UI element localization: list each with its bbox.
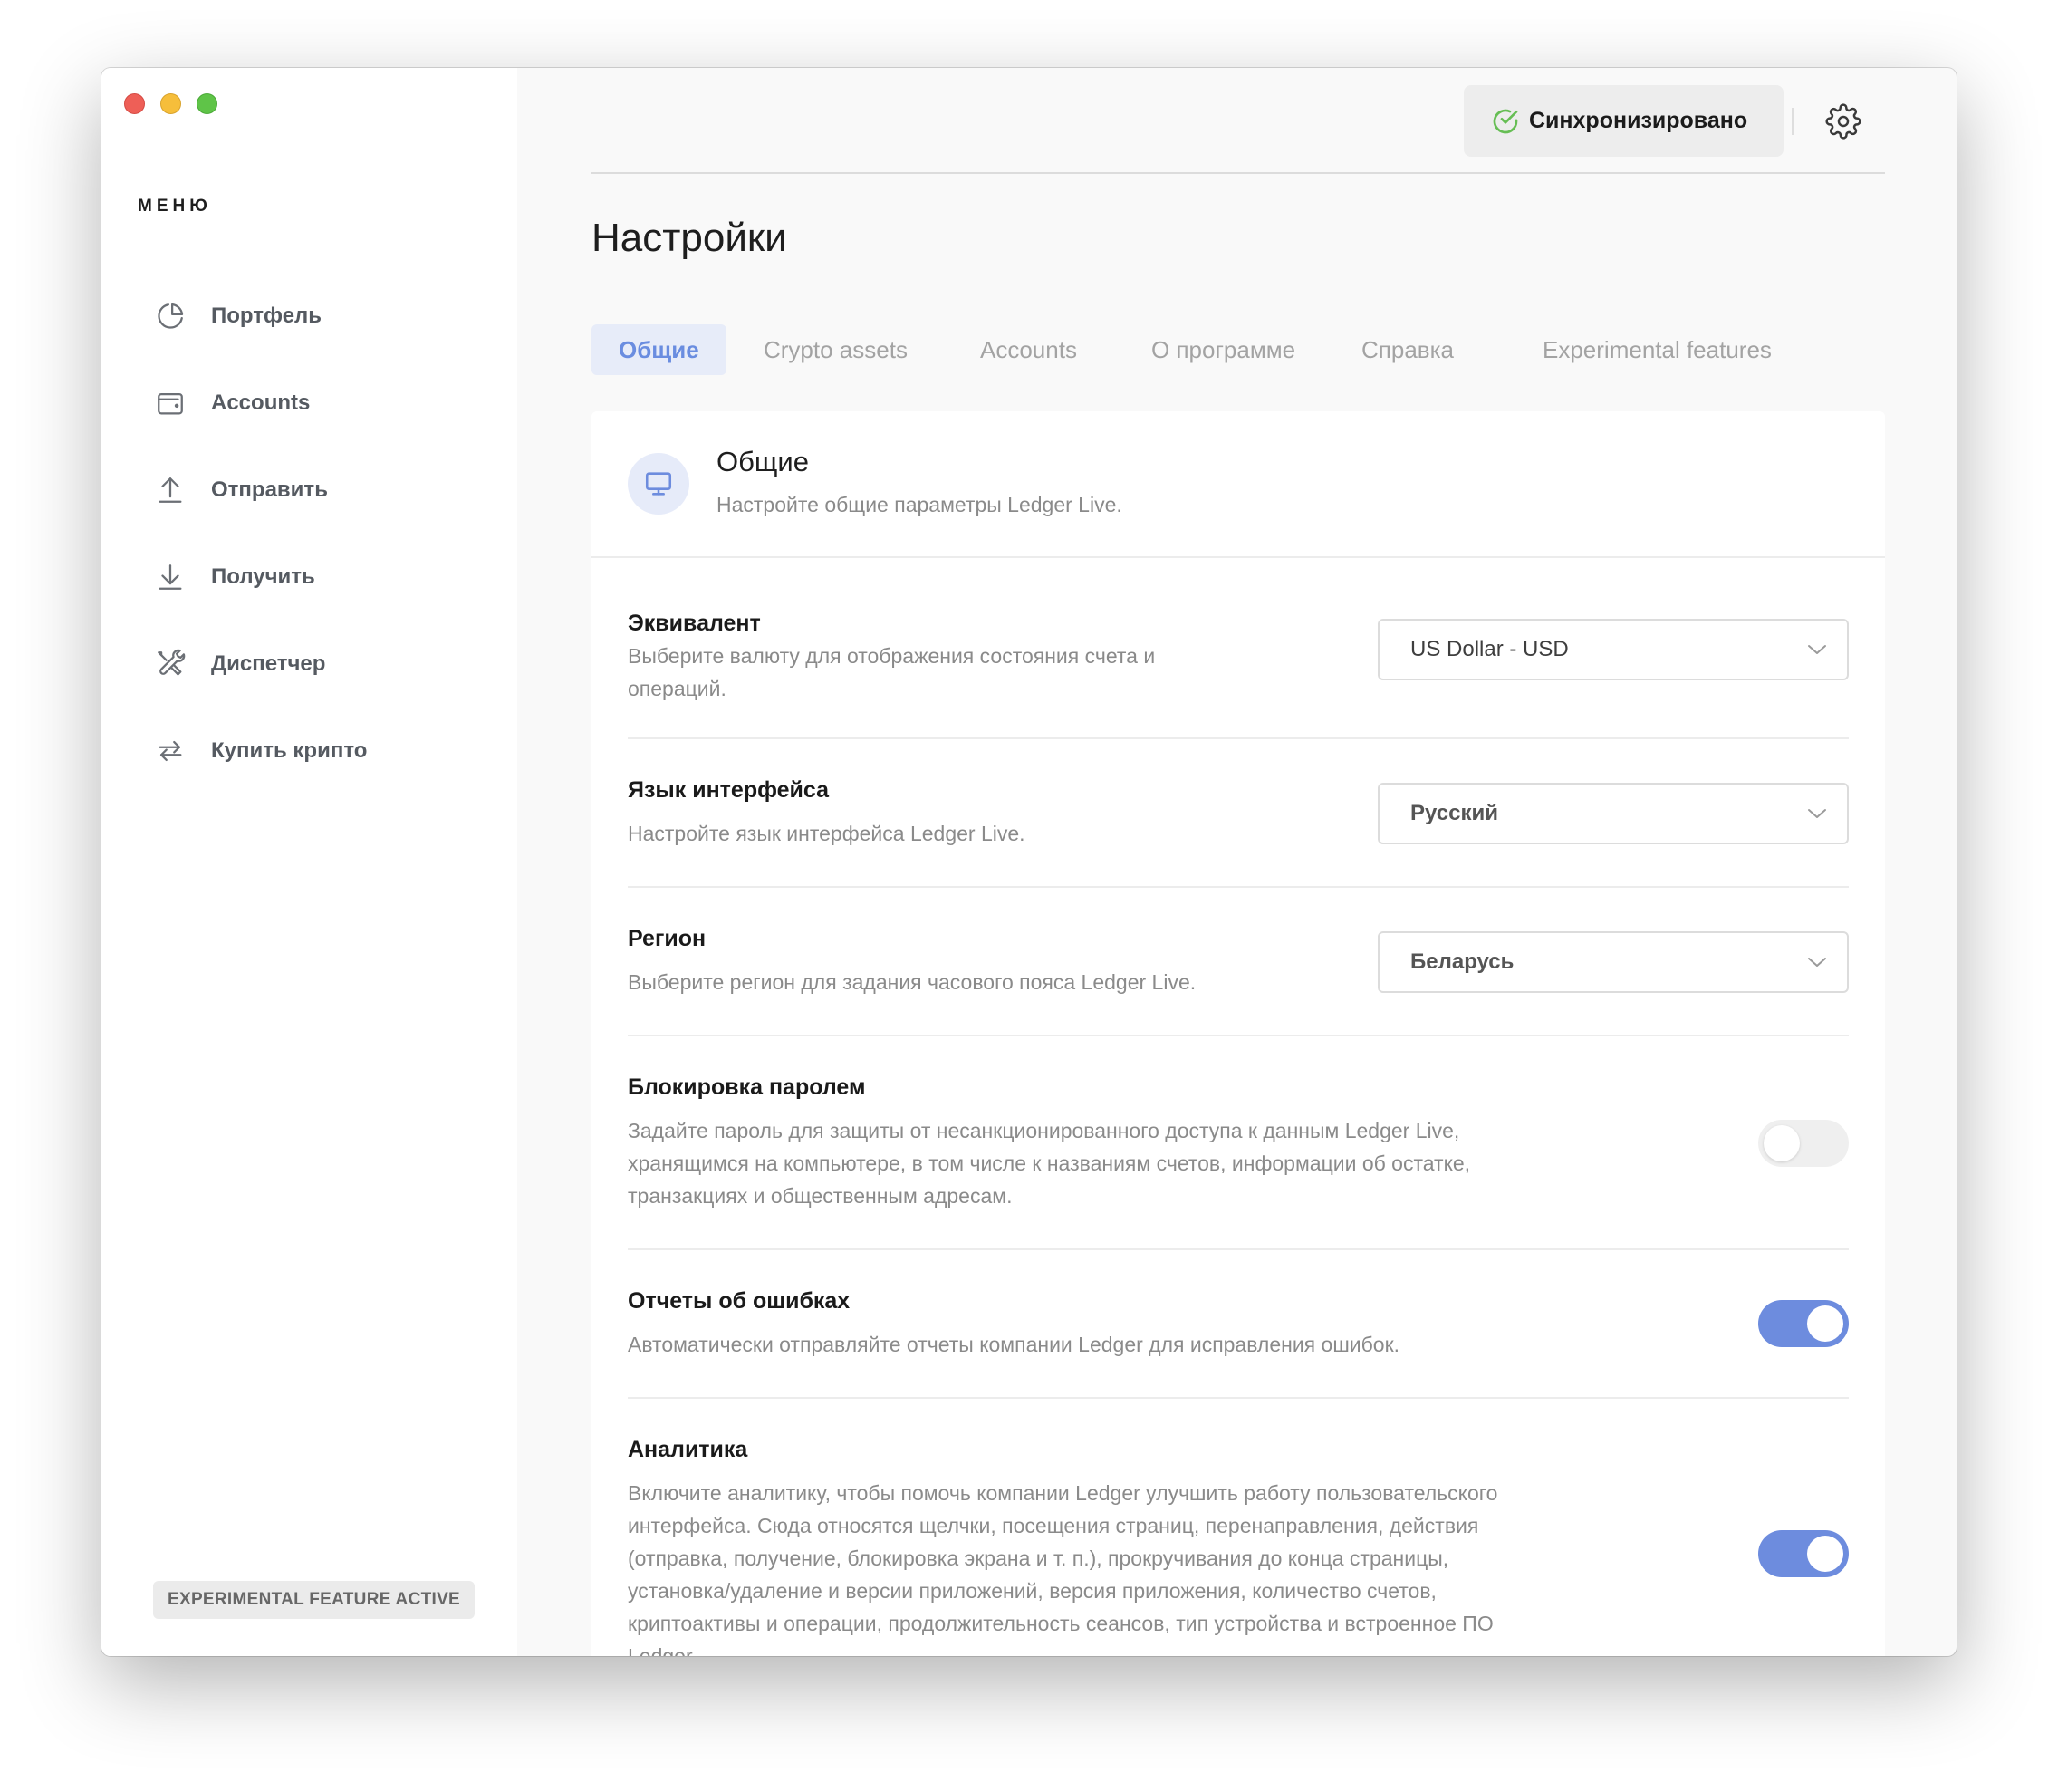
toggle-knob [1807, 1536, 1843, 1572]
sidebar-item-manager[interactable]: Диспетчер [138, 639, 482, 689]
tab-general[interactable]: Общие [591, 324, 726, 375]
sidebar-item-label: Отправить [211, 477, 328, 502]
setting-title: Эквивалент [628, 611, 761, 636]
setting-row-currency: Эквивалент Выберите валюту для отображен… [628, 558, 1849, 739]
password-lock-toggle[interactable] [1758, 1120, 1849, 1167]
setting-row-error-reports: Отчеты об ошибках Автоматически отправля… [628, 1250, 1849, 1399]
toggle-knob [1764, 1125, 1800, 1161]
setting-title: Аналитика [628, 1437, 748, 1462]
experimental-feature-badge[interactable]: EXPERIMENTAL FEATURE ACTIVE [153, 1581, 476, 1619]
chevron-down-icon [1808, 958, 1826, 967]
sidebar-item-label: Портфель [211, 303, 322, 328]
sidebar-item-portfolio[interactable]: Портфель [138, 291, 482, 342]
sync-status[interactable]: Синхронизировано [1464, 85, 1784, 157]
monitor-icon [628, 453, 689, 515]
select-value: Беларусь [1410, 949, 1515, 974]
pie-chart-icon [152, 298, 188, 334]
setting-title: Отчеты об ошибках [628, 1288, 851, 1314]
region-select[interactable]: Беларусь [1378, 931, 1849, 993]
setting-description: Выберите регион для задания часового поя… [628, 970, 1197, 994]
app-window: МЕНЮ Портфель Accounts Отправить Получит… [101, 68, 1957, 1656]
close-window-button[interactable] [124, 93, 145, 114]
toggle-knob [1807, 1305, 1843, 1342]
topbar-divider [1792, 108, 1794, 135]
setting-row-analytics: Аналитика Включите аналитику, чтобы помо… [628, 1399, 1849, 1656]
setting-title: Язык интерфейса [628, 777, 830, 803]
analytics-toggle[interactable] [1758, 1530, 1849, 1577]
tab-help[interactable]: Справка [1361, 324, 1454, 375]
settings-button[interactable] [1825, 103, 1861, 140]
setting-title: Блокировка паролем [628, 1074, 866, 1100]
gear-icon [1825, 103, 1861, 140]
zoom-window-button[interactable] [197, 93, 217, 114]
setting-row-region: Регион Выберите регион для задания часов… [628, 888, 1849, 1036]
chevron-down-icon [1808, 809, 1826, 818]
sidebar-item-label: Купить крипто [211, 738, 368, 763]
tab-experimental-features[interactable]: Experimental features [1543, 324, 1772, 375]
sidebar-item-send[interactable]: Отправить [138, 465, 482, 515]
wallet-icon [152, 385, 188, 421]
arrow-up-icon [152, 472, 188, 508]
setting-description: Включите аналитику, чтобы помочь компани… [628, 1481, 1498, 1656]
sidebar-item-label: Получить [211, 564, 315, 589]
menu-title: МЕНЮ [138, 197, 212, 216]
sidebar-item-buy-crypto[interactable]: Купить крипто [138, 726, 482, 776]
page-title: Настройки [591, 216, 787, 260]
setting-description: Задайте пароль для защиты от несанкциони… [628, 1119, 1471, 1208]
tab-crypto-assets[interactable]: Crypto assets [764, 324, 908, 375]
section-header: Общие Настройте общие параметры Ledger L… [591, 411, 1885, 558]
check-circle-icon [1493, 109, 1518, 133]
currency-select[interactable]: US Dollar - USD [1378, 619, 1849, 680]
sync-status-label: Синхронизировано [1529, 108, 1748, 133]
setting-title: Регион [628, 926, 707, 951]
select-value: Русский [1410, 801, 1498, 825]
exchange-icon [152, 733, 188, 769]
setting-description: Настройте язык интерфейса Ledger Live. [628, 822, 1025, 845]
setting-description: Выберите валюту для отображения состояни… [628, 644, 1156, 700]
minimize-window-button[interactable] [160, 93, 181, 114]
sidebar-item-receive[interactable]: Получить [138, 552, 482, 602]
setting-row-password-lock: Блокировка паролем Задайте пароль для за… [628, 1036, 1849, 1250]
tools-icon [152, 646, 188, 682]
sidebar-item-accounts[interactable]: Accounts [138, 378, 482, 429]
language-select[interactable]: Русский [1378, 783, 1849, 844]
error-reports-toggle[interactable] [1758, 1300, 1849, 1347]
topbar-divider-line [591, 172, 1885, 174]
setting-row-language: Язык интерфейса Настройте язык интерфейс… [628, 739, 1849, 888]
settings-card: Общие Настройте общие параметры Ledger L… [591, 411, 1885, 1656]
section-title: Общие [716, 446, 809, 477]
arrow-down-icon [152, 559, 188, 595]
setting-description: Автоматически отправляйте отчеты компани… [628, 1333, 1400, 1356]
sidebar-item-label: Accounts [211, 390, 311, 415]
section-description: Настройте общие параметры Ledger Live. [716, 493, 1122, 516]
sidebar-item-label: Диспетчер [211, 651, 326, 676]
tab-accounts[interactable]: Accounts [980, 324, 1077, 375]
sidebar: МЕНЮ Портфель Accounts Отправить Получит… [101, 68, 517, 1656]
select-value: US Dollar - USD [1410, 637, 1569, 661]
tab-about[interactable]: О программе [1151, 324, 1295, 375]
chevron-down-icon [1808, 645, 1826, 654]
